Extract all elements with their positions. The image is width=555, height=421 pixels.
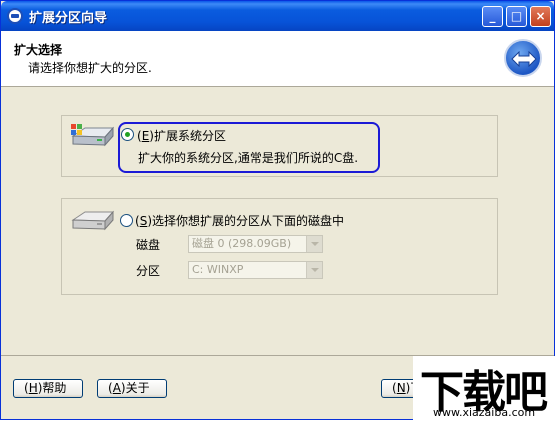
maximize-button[interactable]: □ — [506, 6, 527, 27]
app-icon — [7, 8, 23, 24]
disk-select-value: 磁盘 0 (298.09GB) — [192, 237, 292, 250]
disk-select[interactable]: 磁盘 0 (298.09GB) — [188, 235, 323, 253]
minimize-button[interactable]: _ — [482, 6, 503, 27]
partition-label: 分区 — [136, 264, 161, 278]
wizard-window: 扩展分区向导 _ □ × 扩大选择 请选择你想扩大的分区. (E)扩展系统分区 … — [0, 0, 555, 421]
title-bar[interactable]: 扩展分区向导 _ □ × — [1, 1, 554, 31]
disk-drive-icon — [71, 210, 115, 231]
about-button[interactable]: (A)关于 — [97, 379, 167, 398]
option-extend-system-description: 扩大你的系统分区,通常是我们所说的C盘. — [138, 151, 359, 165]
partition-select[interactable]: C: WINXP — [188, 261, 323, 279]
option-extend-system-label[interactable]: (E)扩展系统分区 — [137, 127, 226, 144]
chevron-down-icon[interactable] — [306, 262, 322, 278]
radio-extend-system[interactable] — [121, 128, 134, 141]
site-watermark: 下载吧 www.xiazaiba.com — [413, 356, 555, 421]
wizard-header: 扩大选择 请选择你想扩大的分区. — [1, 31, 554, 87]
option-select-partition-label[interactable]: (S)选择你想扩展的分区从下面的磁盘中 — [135, 212, 344, 229]
page-title: 扩大选择 — [14, 43, 63, 57]
page-subtitle: 请选择你想扩大的分区. — [28, 61, 152, 75]
chevron-down-icon[interactable] — [306, 236, 322, 252]
watermark-site-text: www.xiazaiba.com — [433, 406, 536, 419]
radio-select-partition[interactable] — [120, 214, 133, 227]
resize-arrows-icon — [504, 39, 542, 77]
help-button[interactable]: (H)帮助 — [13, 379, 83, 398]
wizard-body: (E)扩展系统分区 扩大你的系统分区,通常是我们所说的C盘. (S)选择你想扩展… — [1, 88, 554, 355]
partition-select-value: C: WINXP — [192, 263, 244, 276]
close-button[interactable]: × — [530, 6, 551, 27]
disk-label: 磁盘 — [136, 238, 161, 252]
window-title: 扩展分区向导 — [29, 11, 108, 26]
system-drive-icon — [71, 124, 115, 147]
